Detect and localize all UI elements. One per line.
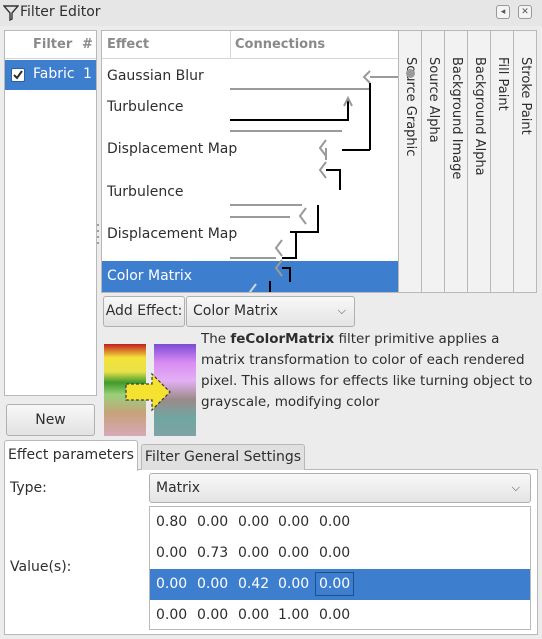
chevron-down-icon: ⌵: [511, 481, 520, 494]
effect-label: Color Matrix: [107, 268, 193, 284]
column-connections[interactable]: Connections: [235, 37, 325, 52]
input-source-alpha[interactable]: Source Alpha: [422, 31, 445, 292]
matrix-cell[interactable]: 0.00: [319, 607, 350, 623]
matrix-row: 0.00 0.00 0.00 1.00 0.00: [150, 600, 530, 631]
funnel-icon: [3, 5, 19, 22]
filter-row[interactable]: Fabric 1: [5, 60, 96, 90]
matrix-cell[interactable]: 0.00: [197, 514, 228, 530]
matrix-cell[interactable]: 0.00: [278, 514, 309, 530]
input-background-alpha[interactable]: Background Alpha: [468, 31, 491, 292]
column-count[interactable]: #: [82, 37, 93, 52]
matrix-cell[interactable]: 0.00: [278, 576, 309, 592]
add-effect-button[interactable]: Add Effect:: [103, 296, 185, 327]
matrix-row-selected: 0.00 0.00 0.42 0.00 0.00: [150, 569, 530, 600]
matrix-cell[interactable]: 0.00: [319, 514, 350, 530]
matrix-row: 0.80 0.00 0.00 0.00 0.00: [150, 507, 530, 538]
filter-list: Filter # Fabric 1: [4, 30, 97, 396]
matrix-cell[interactable]: 0.00: [156, 607, 187, 623]
filter-count: 1: [83, 66, 92, 82]
effects-header: Effect Connections: [102, 31, 398, 59]
tab-effect-parameters[interactable]: Effect parameters: [4, 440, 138, 471]
title-bar: Filter Editor ◂ ✕: [0, 0, 542, 26]
matrix-cell[interactable]: 0.00: [238, 607, 269, 623]
close-button[interactable]: ✕: [518, 5, 532, 19]
input-columns: Source Graphic Source Alpha Background I…: [398, 31, 536, 292]
matrix-cell[interactable]: 0.00: [238, 514, 269, 530]
input-stroke-paint[interactable]: Stroke Paint: [514, 31, 536, 292]
effect-description: The feColorMatrix filter primitive appli…: [201, 331, 533, 410]
tab-bar: Effect parameters Filter General Setting…: [4, 440, 538, 471]
input-fill-paint[interactable]: Fill Paint: [491, 31, 514, 292]
window-title: Filter Editor: [20, 4, 101, 20]
primitive-name: feColorMatrix: [230, 331, 335, 347]
check-icon: [13, 70, 23, 80]
effect-label: Displacement Map: [107, 141, 238, 157]
effect-label: Turbulence: [107, 99, 184, 115]
effect-type-value: Color Matrix: [193, 303, 279, 319]
matrix-cell[interactable]: 0.73: [197, 545, 228, 561]
filter-checkbox[interactable]: [11, 68, 25, 82]
matrix-cell[interactable]: 0.00: [238, 545, 269, 561]
pane-splitter[interactable]: [96, 222, 100, 244]
matrix-cell[interactable]: 0.00: [319, 545, 350, 561]
type-value: Matrix: [156, 480, 201, 496]
color-matrix-preview-image: [104, 344, 196, 436]
effect-label: Gaussian Blur: [107, 68, 204, 84]
matrix-cell[interactable]: 0.42: [238, 576, 269, 592]
values-label: Value(s):: [10, 559, 72, 575]
header-divider: [230, 31, 231, 59]
matrix-cell[interactable]: 0.00: [156, 576, 187, 592]
input-background-image[interactable]: Background Image: [445, 31, 468, 292]
tab-filter-general-settings[interactable]: Filter General Settings: [141, 444, 305, 470]
chevron-down-icon: ⌵: [337, 304, 346, 317]
effect-label: Turbulence: [107, 184, 184, 200]
connections-graph: [230, 70, 398, 292]
matrix-cell[interactable]: 0.00: [278, 545, 309, 561]
connection-dot: [406, 69, 415, 78]
effect-type-dropdown[interactable]: Color Matrix ⌵: [186, 296, 355, 327]
matrix-cell[interactable]: 0.00: [197, 607, 228, 623]
effects-list: Effect Connections Gaussian Blur Turbule…: [101, 30, 537, 293]
matrix-cell[interactable]: 0.80: [156, 514, 187, 530]
filter-name: Fabric: [33, 66, 75, 82]
collapse-button[interactable]: ◂: [496, 5, 510, 19]
matrix-cell[interactable]: 1.00: [278, 607, 309, 623]
cell-focus-outline: [315, 572, 354, 596]
column-effect[interactable]: Effect: [107, 37, 149, 52]
effect-label: Displacement Map: [107, 226, 238, 242]
type-dropdown[interactable]: Matrix ⌵: [149, 473, 531, 503]
matrix-cell[interactable]: 0.00: [197, 576, 228, 592]
matrix-values-table: 0.80 0.00 0.00 0.00 0.00 0.00 0.73 0.00 …: [149, 506, 531, 630]
filter-list-header: Filter #: [5, 31, 96, 59]
type-label: Type:: [10, 480, 47, 496]
column-filter[interactable]: Filter: [33, 37, 72, 52]
new-filter-button[interactable]: New: [6, 404, 95, 436]
matrix-cell[interactable]: 0.00: [156, 545, 187, 561]
matrix-row: 0.00 0.73 0.00 0.00 0.00: [150, 538, 530, 569]
